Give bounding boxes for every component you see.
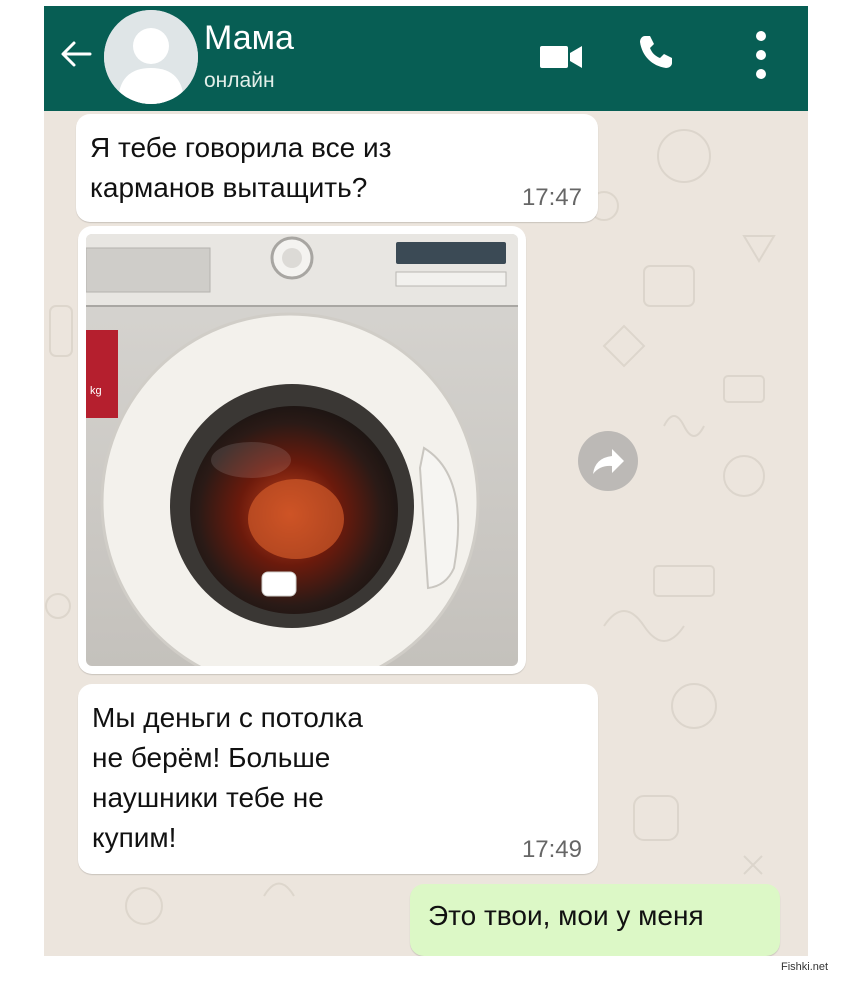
message-time: 17:47 <box>521 184 582 211</box>
back-arrow-icon[interactable] <box>58 36 94 72</box>
contact-name[interactable]: Мама <box>204 18 294 58</box>
chat-header: Мама онлайн <box>44 6 808 111</box>
contact-status: онлайн <box>204 69 275 92</box>
phone-icon[interactable] <box>636 32 676 72</box>
message-text: Я тебе говорила все из карманов вытащить… <box>90 132 392 203</box>
forward-icon[interactable] <box>578 431 638 491</box>
message-bubble-outgoing[interactable]: Это твои, мои у меня <box>410 884 780 956</box>
avatar-placeholder-icon <box>104 10 198 104</box>
message-bubble-incoming[interactable]: Мы деньги с потолка не берём! Больше нау… <box>78 684 598 874</box>
chat-window: Мама онлайн Я тебе говорила все из карма… <box>44 6 808 956</box>
more-vert-icon[interactable] <box>750 28 772 82</box>
message-text: Это твои, мои у меня <box>428 900 704 931</box>
message-time: 17:49 <box>521 836 582 863</box>
image-message-bubble[interactable]: kg <box>78 226 526 674</box>
message-bubble-incoming[interactable]: Я тебе говорила все из карманов вытащить… <box>76 114 598 222</box>
watermark: Fishki.net <box>781 961 829 973</box>
video-camera-icon[interactable] <box>538 40 584 72</box>
washing-machine-photo[interactable]: kg <box>86 234 518 666</box>
message-text: Мы деньги с потолка не берём! Больше нау… <box>92 702 363 853</box>
capacity-label: kg <box>90 385 102 397</box>
contact-avatar[interactable] <box>104 10 198 104</box>
